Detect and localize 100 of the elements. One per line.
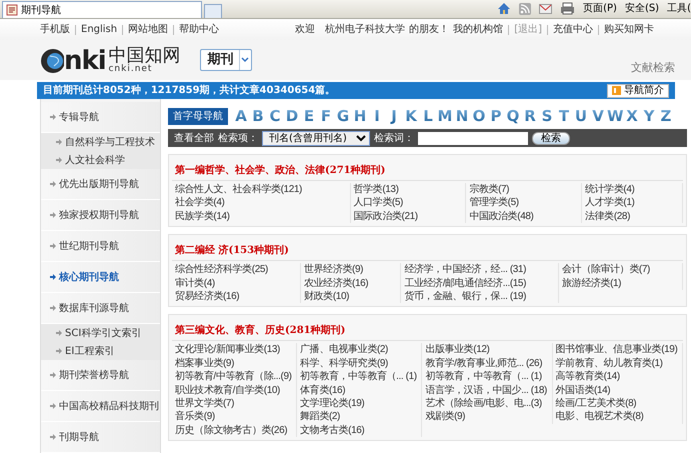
category-link[interactable]: 教育学/教育事业,师范... (26) <box>422 356 553 370</box>
category-link[interactable]: 综合性经济科学类(25) <box>172 263 302 277</box>
category-link[interactable]: 科学、科学研究类(9) <box>297 356 422 370</box>
category-link[interactable]: 工业经济/邮电通信经济...(15) <box>401 276 560 290</box>
sidebar-item[interactable]: EI工程索引 <box>41 342 160 360</box>
product-dropdown[interactable]: 期刊 <box>200 49 252 71</box>
category-link[interactable]: 管理学类(5) <box>466 196 582 210</box>
welcome-text: 欢迎 <box>295 22 316 37</box>
category-link[interactable]: 人才学类(1) <box>582 196 683 210</box>
logo-wordmark: nki <box>64 48 106 74</box>
browser-tab[interactable]: 期刊导航 <box>2 1 202 18</box>
category-link[interactable]: 学前教育、幼儿教育类(1) <box>552 356 683 370</box>
category-link[interactable]: 电影、电视艺术类(8) <box>552 410 683 424</box>
search-link[interactable]: 文献检索 <box>631 60 675 76</box>
arrow-icon <box>49 305 56 311</box>
category-link[interactable]: 艺术（除绘画/电影、电...(3) <box>422 397 553 410</box>
greeting-text: 的朋友！ <box>409 23 450 37</box>
category-link[interactable]: 贸易经济类(16) <box>172 290 302 304</box>
sidebar-item[interactable]: 人文社会科学 <box>41 151 160 169</box>
category-link[interactable]: 职业技术教育/自学类(10) <box>172 384 298 398</box>
category-link[interactable]: 财政类(10) <box>301 290 402 304</box>
page-icon <box>6 4 18 16</box>
arrow-icon <box>49 372 56 378</box>
toolbar-menu[interactable]: 安全(S) <box>624 1 660 16</box>
category-link[interactable]: 语言学，汉语，中国少... (18) <box>422 384 553 398</box>
category-link[interactable]: 哲学类(13) <box>350 183 466 196</box>
category-link[interactable]: 外国语类(14) <box>552 384 683 398</box>
category-link[interactable]: 审计类(4) <box>172 276 302 290</box>
sidebar-item[interactable]: 中国高校精品科技期刊 <box>41 391 160 422</box>
category-link[interactable]: 综合性人文、社会科学类(121) <box>172 183 351 196</box>
category-link[interactable]: 统计学类(4) <box>582 183 683 196</box>
top-link[interactable]: 手机版 <box>40 22 70 37</box>
sidebar-item[interactable]: 刊期导航 <box>41 422 160 453</box>
field-select[interactable]: 刊名(含曾用刊名) <box>262 130 370 146</box>
category-link[interactable]: 社会学类(4) <box>172 196 351 210</box>
print-icon[interactable] <box>560 2 576 15</box>
category-link[interactable]: 档案事业类(9) <box>172 356 298 370</box>
category-link[interactable]: 经济学，中国经济，经... (31) <box>401 263 560 277</box>
category-link[interactable]: 图书馆事业、信息事业类(19) <box>552 343 683 357</box>
top-link[interactable]: 帮助中心 <box>179 22 220 37</box>
category-link[interactable]: 会计（除审计）类(7) <box>559 263 683 277</box>
category-link[interactable]: 民族学类(14) <box>172 210 351 224</box>
category-link[interactable]: 出版事业类(12) <box>422 343 553 357</box>
top-link[interactable]: 购买知网卡 <box>604 22 654 37</box>
arrow-icon <box>49 181 56 187</box>
top-link[interactable]: 充值中心 <box>553 22 593 37</box>
sidebar-item[interactable]: 数据库刊源导航 <box>41 293 160 324</box>
category-link[interactable]: 货币，金融、银行，保... (19) <box>401 290 560 304</box>
search-field[interactable] <box>418 132 528 144</box>
sidebar-item[interactable]: 期刊荣誉榜导航 <box>41 360 160 391</box>
globe-icon <box>40 48 64 74</box>
category-link[interactable]: 国际政治类(21) <box>350 210 466 224</box>
mail-icon[interactable] <box>539 4 552 14</box>
arrow-icon <box>55 348 62 354</box>
category-link[interactable]: 体育类(16) <box>297 384 422 398</box>
sidebar-item[interactable]: 独家授权期刊导航 <box>41 200 160 231</box>
category-link[interactable]: 音乐类(9) <box>172 410 298 424</box>
category-link[interactable]: 农业经济类(16) <box>301 276 402 290</box>
category-link[interactable]: 舞蹈类(2) <box>297 410 422 424</box>
stats-text: 目前期刊总计8052种，1217859期，共计文章40340654篇。 <box>43 83 336 98</box>
category-link[interactable]: 文物考古类(16) <box>297 424 422 438</box>
category-link[interactable]: 初等教育，中等教育（... (1) <box>297 370 422 384</box>
arrow-icon <box>49 212 56 218</box>
letter-link[interactable]: Q <box>505 107 521 125</box>
category-link[interactable]: 文化理论/新闻事业类(13) <box>172 343 298 357</box>
top-link[interactable]: 网站地图 <box>128 22 168 37</box>
toolbar-menu[interactable]: 页面(P) <box>583 1 617 16</box>
arrow-icon <box>49 243 56 249</box>
category-link[interactable]: 高等教育类(14) <box>552 370 683 384</box>
category-link[interactable]: 初等教育，中等教育（... (1) <box>422 370 553 384</box>
category-link[interactable]: 初等教育/中等教育（除...(9) <box>172 370 298 384</box>
category-link[interactable]: 文学理论类(19) <box>297 397 422 410</box>
section-title: 第二编经 济(153种期刊) <box>172 239 683 262</box>
sidebar-item[interactable]: 优先出版期刊导航 <box>41 169 160 200</box>
top-link[interactable]: 我的机构馆 <box>453 22 504 37</box>
sidebar-item[interactable]: 核心期刊导航 <box>41 262 160 293</box>
category-link[interactable]: 法律类(28) <box>582 210 683 224</box>
category-link[interactable]: 旅游经济类(1) <box>559 276 683 290</box>
category-link[interactable]: 戏剧类(9) <box>422 410 553 424</box>
feed-icon[interactable] <box>519 2 532 14</box>
sidebar-item[interactable]: SCI科学引文索引 <box>41 324 160 342</box>
category-link[interactable]: 历史（除文物考古）类(26) <box>172 424 298 438</box>
category-link[interactable]: 广播、电视事业类(2) <box>297 343 422 357</box>
category-link[interactable]: 世界经济类(9) <box>301 263 402 277</box>
top-link[interactable]: English <box>81 22 118 37</box>
view-all-link[interactable]: 查看全部 <box>174 130 214 146</box>
term-label: 检索词： <box>374 132 414 146</box>
category-link[interactable]: 中国政治类(48) <box>466 210 582 224</box>
toolbar-menu[interactable]: 工具( <box>667 1 691 16</box>
home-icon[interactable] <box>497 2 512 15</box>
sidebar-item[interactable]: 专辑导航 <box>41 102 160 133</box>
search-button[interactable]: 检索 <box>532 132 570 144</box>
sidebar-item[interactable]: 世纪期刊导航 <box>41 231 160 262</box>
book-icon <box>612 86 621 95</box>
category-link[interactable]: 宗教类(7) <box>466 183 582 196</box>
category-link[interactable]: 绘画/工艺美术类(8) <box>552 397 683 410</box>
category-link[interactable]: 人口学类(5) <box>350 196 466 210</box>
intro-button[interactable]: 导航简介 <box>607 84 669 98</box>
sidebar-item[interactable]: 自然科学与工程技术 <box>41 133 160 151</box>
category-link[interactable]: 世界文学类(7) <box>172 397 298 410</box>
